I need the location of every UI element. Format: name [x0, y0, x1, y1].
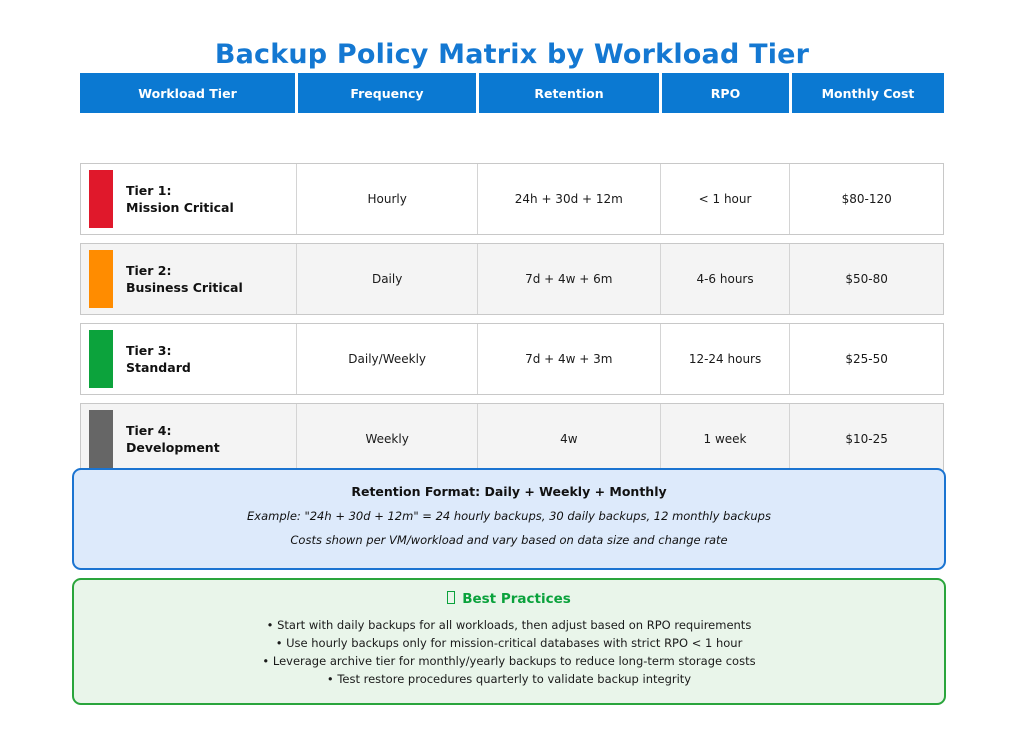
page-title: Backup Policy Matrix by Workload Tier: [0, 39, 1024, 70]
retention-cell: 7d + 4w + 6m: [478, 244, 661, 314]
retention-cell: 7d + 4w + 3m: [478, 324, 661, 394]
tier-cell: Tier 1: Mission Critical: [81, 164, 297, 234]
header-monthly-cost: Monthly Cost: [792, 73, 944, 113]
table-row-tier2: Tier 2: Business Critical Daily 7d + 4w …: [80, 243, 944, 315]
tier-label: Tier 2: Business Critical: [126, 262, 243, 297]
table-row-tier3: Tier 3: Standard Daily/Weekly 7d + 4w + …: [80, 323, 944, 395]
header-rpo: RPO: [662, 73, 789, 113]
monthly-cost-cell: $10-25: [790, 404, 943, 474]
tier-cell: Tier 2: Business Critical: [81, 244, 297, 314]
rpo-cell: < 1 hour: [661, 164, 791, 234]
retention-note-example: Example: "24h + 30d + 12m" = 24 hourly b…: [74, 509, 944, 523]
header-retention: Retention: [479, 73, 659, 113]
tier-label: Tier 1: Mission Critical: [126, 182, 234, 217]
tier-name: Business Critical: [126, 279, 243, 297]
tier-cell: Tier 3: Standard: [81, 324, 297, 394]
best-practices-title-text: Best Practices: [462, 591, 571, 607]
tier2-color-bar: [89, 250, 113, 308]
header-workload-tier: Workload Tier: [80, 73, 295, 113]
frequency-cell: Daily: [297, 244, 478, 314]
tier-name: Standard: [126, 359, 191, 377]
tier-name: Mission Critical: [126, 199, 234, 217]
best-practice-item: • Use hourly backups only for mission-cr…: [74, 634, 944, 652]
rpo-cell: 4-6 hours: [661, 244, 791, 314]
tier4-color-bar: [89, 410, 113, 468]
frequency-cell: Daily/Weekly: [297, 324, 478, 394]
best-practice-item: • Start with daily backups for all workl…: [74, 616, 944, 634]
tier-number: Tier 3:: [126, 342, 191, 360]
retention-cell: 4w: [478, 404, 661, 474]
tier-label: Tier 4: Development: [126, 422, 220, 457]
tier-number: Tier 2:: [126, 262, 243, 280]
table-row-tier4: Tier 4: Development Weekly 4w 1 week $10…: [80, 403, 944, 475]
best-practices-list: • Start with daily backups for all workl…: [74, 616, 944, 688]
table-row-tier1: Tier 1: Mission Critical Hourly 24h + 30…: [80, 163, 944, 235]
best-practices-panel: Best Practices • Start with daily backup…: [72, 578, 946, 705]
monthly-cost-cell: $80-120: [790, 164, 943, 234]
monthly-cost-cell: $50-80: [790, 244, 943, 314]
backup-policy-page: Backup Policy Matrix by Workload Tier Wo…: [0, 0, 1024, 729]
retention-note-title: Retention Format: Daily + Weekly + Month…: [74, 484, 944, 499]
table-body: Tier 1: Mission Critical Hourly 24h + 30…: [80, 163, 944, 483]
retention-note-costs: Costs shown per VM/workload and vary bas…: [74, 533, 944, 547]
tier-number: Tier 1:: [126, 182, 234, 200]
missing-glyph-icon: [447, 591, 455, 604]
header-frequency: Frequency: [298, 73, 476, 113]
retention-format-note: Retention Format: Daily + Weekly + Month…: [72, 468, 946, 570]
rpo-cell: 1 week: [661, 404, 791, 474]
tier3-color-bar: [89, 330, 113, 388]
monthly-cost-cell: $25-50: [790, 324, 943, 394]
best-practice-item: • Leverage archive tier for monthly/year…: [74, 652, 944, 670]
best-practice-item: • Test restore procedures quarterly to v…: [74, 670, 944, 688]
table-header-row: Workload Tier Frequency Retention RPO Mo…: [80, 73, 944, 113]
rpo-cell: 12-24 hours: [661, 324, 791, 394]
tier-cell: Tier 4: Development: [81, 404, 297, 474]
tier-label: Tier 3: Standard: [126, 342, 191, 377]
best-practices-title: Best Practices: [74, 591, 944, 607]
retention-cell: 24h + 30d + 12m: [478, 164, 661, 234]
tier-number: Tier 4:: [126, 422, 220, 440]
frequency-cell: Hourly: [297, 164, 478, 234]
tier-name: Development: [126, 439, 220, 457]
frequency-cell: Weekly: [297, 404, 478, 474]
tier1-color-bar: [89, 170, 113, 228]
